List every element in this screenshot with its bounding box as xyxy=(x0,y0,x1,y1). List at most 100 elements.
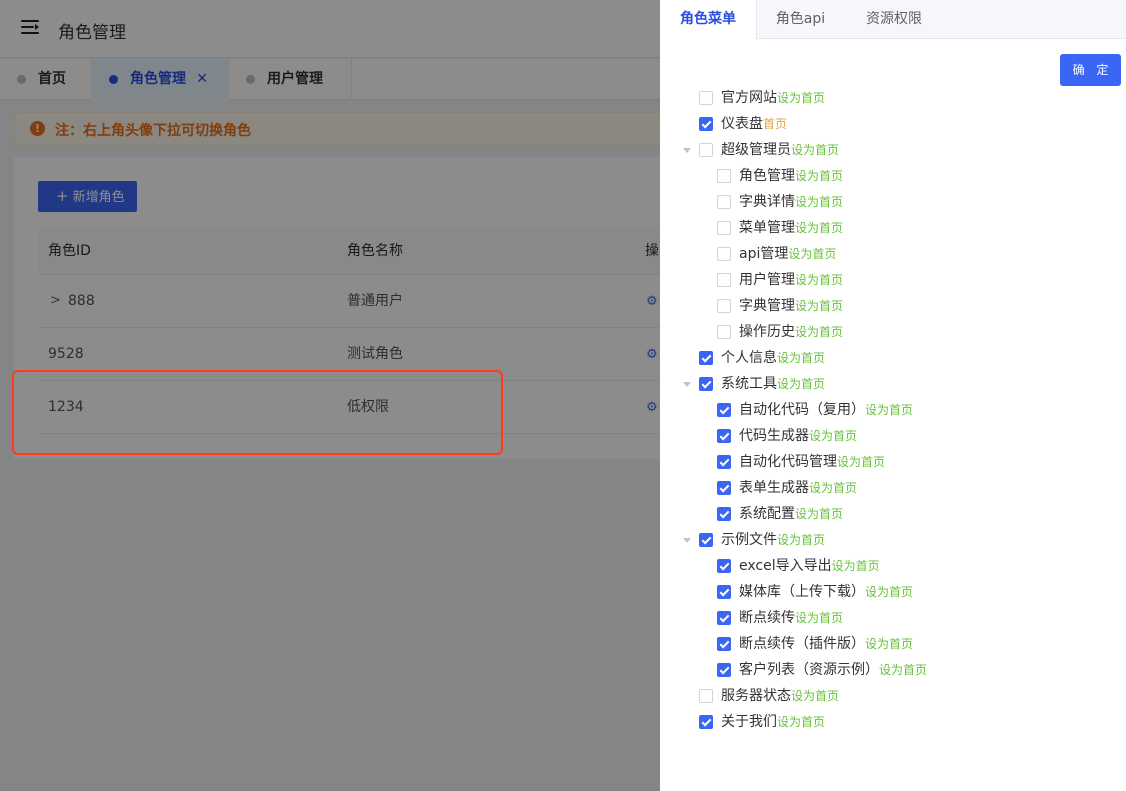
tree-checkbox[interactable] xyxy=(717,195,731,209)
set-home-link[interactable]: 设为首页 xyxy=(795,169,843,183)
tree-checkbox[interactable] xyxy=(717,169,731,183)
tree-node[interactable]: 官方网站设为首页 xyxy=(660,85,1126,111)
set-home-link[interactable]: 设为首页 xyxy=(795,325,843,339)
tree-node[interactable]: 服务器状态设为首页 xyxy=(660,683,1126,709)
tree-checkbox[interactable] xyxy=(699,143,713,157)
tree-node-label: 字典详情设为首页 xyxy=(739,189,843,215)
tree-child-node[interactable]: 操作历史设为首页 xyxy=(660,319,1126,345)
tree-node-label: 代码生成器设为首页 xyxy=(739,423,857,449)
tree-node-label: 官方网站设为首页 xyxy=(721,85,825,111)
tree-child-node[interactable]: 自动化代码（复用）设为首页 xyxy=(660,397,1126,423)
set-home-link[interactable]: 设为首页 xyxy=(788,247,836,261)
tree-checkbox[interactable] xyxy=(717,663,731,677)
tree-checkbox[interactable] xyxy=(699,351,713,365)
tree-node-label: 用户管理设为首页 xyxy=(739,267,843,293)
tree-checkbox[interactable] xyxy=(699,377,713,391)
set-home-link[interactable]: 设为首页 xyxy=(879,663,927,677)
tree-child-node[interactable]: 代码生成器设为首页 xyxy=(660,423,1126,449)
set-home-link[interactable]: 设为首页 xyxy=(795,221,843,235)
tree-node-label: 断点续传（插件版）设为首页 xyxy=(739,631,913,657)
set-home-link[interactable]: 设为首页 xyxy=(791,143,839,157)
tab-resource-permission[interactable]: 资源权限 xyxy=(844,0,944,39)
tree-checkbox[interactable] xyxy=(699,715,713,729)
set-home-link[interactable]: 设为首页 xyxy=(795,507,843,521)
tree-child-node[interactable]: 系统配置设为首页 xyxy=(660,501,1126,527)
set-home-link[interactable]: 设为首页 xyxy=(837,455,885,469)
tree-child-node[interactable]: 断点续传设为首页 xyxy=(660,605,1126,631)
tree-child-node[interactable]: 字典详情设为首页 xyxy=(660,189,1126,215)
tree-node-label: api管理设为首页 xyxy=(739,241,836,267)
tree-child-node[interactable]: excel导入导出设为首页 xyxy=(660,553,1126,579)
set-home-link[interactable]: 设为首页 xyxy=(809,481,857,495)
caret-down-icon[interactable] xyxy=(683,538,691,543)
tree-checkbox[interactable] xyxy=(717,585,731,599)
tree-child-node[interactable]: 用户管理设为首页 xyxy=(660,267,1126,293)
tree-node-label: 表单生成器设为首页 xyxy=(739,475,857,501)
tree-node[interactable]: 仪表盘首页 xyxy=(660,111,1126,137)
tree-node[interactable]: 个人信息设为首页 xyxy=(660,345,1126,371)
set-home-link[interactable]: 设为首页 xyxy=(832,559,880,573)
set-home-link[interactable]: 设为首页 xyxy=(795,195,843,209)
tree-checkbox[interactable] xyxy=(699,91,713,105)
set-home-link[interactable]: 设为首页 xyxy=(791,689,839,703)
set-home-link[interactable]: 设为首页 xyxy=(777,351,825,365)
tree-child-node[interactable]: api管理设为首页 xyxy=(660,241,1126,267)
caret-down-icon[interactable] xyxy=(683,382,691,387)
set-home-link[interactable]: 设为首页 xyxy=(777,533,825,547)
set-home-link[interactable]: 设为首页 xyxy=(777,91,825,105)
set-home-link[interactable]: 设为首页 xyxy=(809,429,857,443)
menu-name: 超级管理员 xyxy=(721,142,791,158)
tree-child-node[interactable]: 表单生成器设为首页 xyxy=(660,475,1126,501)
menu-name: 操作历史 xyxy=(739,324,795,340)
tree-node[interactable]: 超级管理员设为首页 xyxy=(660,137,1126,163)
tree-node[interactable]: 系统工具设为首页 xyxy=(660,371,1126,397)
menu-name: 自动化代码管理 xyxy=(739,454,837,470)
tree-checkbox[interactable] xyxy=(717,403,731,417)
set-home-link[interactable]: 设为首页 xyxy=(865,585,913,599)
tree-checkbox[interactable] xyxy=(717,559,731,573)
menu-name: 仪表盘 xyxy=(721,116,763,132)
tree-child-node[interactable]: 字典管理设为首页 xyxy=(660,293,1126,319)
set-home-link[interactable]: 设为首页 xyxy=(795,299,843,313)
tree-node-label: 媒体库（上传下载）设为首页 xyxy=(739,579,913,605)
tree-checkbox[interactable] xyxy=(699,689,713,703)
tree-child-node[interactable]: 自动化代码管理设为首页 xyxy=(660,449,1126,475)
set-home-link[interactable]: 设为首页 xyxy=(865,403,913,417)
menu-name: 字典详情 xyxy=(739,194,795,210)
highlight-annotation-box xyxy=(12,370,503,455)
tree-checkbox[interactable] xyxy=(717,507,731,521)
tree-node[interactable]: 关于我们设为首页 xyxy=(660,709,1126,735)
tree-checkbox[interactable] xyxy=(717,637,731,651)
tree-node-label: 客户列表（资源示例）设为首页 xyxy=(739,657,927,683)
tab-role-menu[interactable]: 角色菜单 xyxy=(660,0,757,40)
tree-checkbox[interactable] xyxy=(717,325,731,339)
tree-checkbox[interactable] xyxy=(699,533,713,547)
menu-name: 代码生成器 xyxy=(739,428,809,444)
set-home-link[interactable]: 设为首页 xyxy=(865,637,913,651)
tree-child-node[interactable]: 断点续传（插件版）设为首页 xyxy=(660,631,1126,657)
tree-checkbox[interactable] xyxy=(717,273,731,287)
tree-checkbox[interactable] xyxy=(717,481,731,495)
tree-child-node[interactable]: 角色管理设为首页 xyxy=(660,163,1126,189)
set-home-link[interactable]: 设为首页 xyxy=(777,715,825,729)
set-home-link[interactable]: 设为首页 xyxy=(795,273,843,287)
tree-child-node[interactable]: 媒体库（上传下载）设为首页 xyxy=(660,579,1126,605)
set-home-link[interactable]: 设为首页 xyxy=(777,377,825,391)
tree-node[interactable]: 示例文件设为首页 xyxy=(660,527,1126,553)
set-home-link[interactable]: 设为首页 xyxy=(795,611,843,625)
tree-checkbox[interactable] xyxy=(717,221,731,235)
tree-checkbox[interactable] xyxy=(717,299,731,313)
tree-checkbox[interactable] xyxy=(717,611,731,625)
tree-child-node[interactable]: 客户列表（资源示例）设为首页 xyxy=(660,657,1126,683)
tree-checkbox[interactable] xyxy=(699,117,713,131)
tree-checkbox[interactable] xyxy=(717,455,731,469)
role-permission-drawer: 角色菜单 角色api 资源权限 确 定 官方网站设为首页 仪表盘首页 超级管理员设为… xyxy=(660,0,1126,791)
tab-role-api[interactable]: 角色api xyxy=(757,0,844,39)
tree-checkbox[interactable] xyxy=(717,429,731,443)
caret-down-icon[interactable] xyxy=(683,148,691,153)
confirm-button[interactable]: 确 定 xyxy=(1060,54,1121,86)
tree-node-label: 断点续传设为首页 xyxy=(739,605,843,631)
menu-name: 个人信息 xyxy=(721,350,777,366)
tree-child-node[interactable]: 菜单管理设为首页 xyxy=(660,215,1126,241)
tree-checkbox[interactable] xyxy=(717,247,731,261)
